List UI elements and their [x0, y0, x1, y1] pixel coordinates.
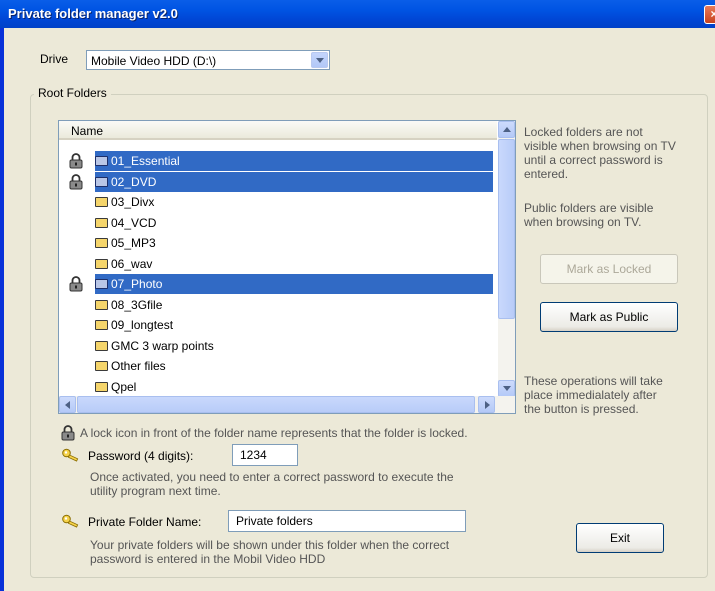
padlock-icon [69, 173, 83, 189]
public-info-line: when browsing on TV. [524, 215, 642, 229]
folder-name: Qpel [111, 379, 137, 394]
mark-locked-button[interactable]: Mark as Locked [540, 254, 678, 284]
key-icon [62, 448, 79, 462]
padlock-icon [69, 153, 83, 169]
folder-name: Other files [111, 359, 166, 373]
folder-icon [95, 279, 108, 289]
folder-row[interactable]: 05_MP3 [59, 233, 497, 254]
drive-label: Drive [40, 52, 69, 66]
title-bar[interactable]: Private folder manager v2.0 × [0, 0, 715, 28]
locked-info-line: Locked folders are not [524, 125, 643, 139]
folder-name: GMC 3 warp points [111, 338, 214, 353]
folder-row[interactable]: 09_longtest [59, 315, 497, 336]
folder-name: 08_3Gfile [111, 297, 163, 312]
vertical-scroll-thumb[interactable] [498, 139, 515, 319]
root-folders-title: Root Folders [34, 86, 111, 100]
private-folder-note-line: password is entered in the Mobil Video H… [90, 552, 326, 566]
folder-row[interactable]: GMC 3 warp points [59, 336, 497, 357]
horizontal-scrollbar[interactable] [59, 396, 515, 413]
folder-icon [95, 217, 108, 228]
app-window: Private folder manager v2.0 × Drive Mobi… [0, 0, 715, 591]
folder-list[interactable]: Name 01_Essential 02_DVD 03_Divx 04_VCD 05_M… [58, 120, 516, 414]
drive-select[interactable]: Mobile Video HDD (D:\) [86, 50, 330, 70]
private-folder-note: Your private folders will be shown under… [90, 538, 449, 566]
folder-name: 06_wav [111, 256, 153, 271]
lock-note: A lock icon in front of the folder name … [80, 426, 468, 440]
folder-icon [95, 320, 108, 330]
scroll-up-button[interactable] [498, 121, 515, 138]
folder-icon [95, 381, 108, 392]
folder-name: 02_DVD [111, 174, 157, 189]
operations-info-text: These operations will take place immedia… [524, 374, 663, 416]
folder-icon [95, 258, 108, 269]
password-note-line: utility program next time. [90, 484, 221, 498]
scroll-left-button[interactable] [59, 396, 76, 413]
folder-row[interactable]: Other files [59, 356, 497, 377]
folder-icon [95, 197, 108, 207]
public-info-line: Public folders are visible [524, 201, 654, 215]
padlock-icon [61, 425, 75, 441]
scroll-right-button[interactable] [478, 396, 495, 413]
folder-icon [95, 361, 108, 371]
folder-row[interactable]: 01_Essential [59, 151, 497, 172]
folder-name: 05_MP3 [111, 236, 156, 250]
folder-row[interactable]: 02_DVD [59, 171, 497, 193]
folder-icon [95, 176, 108, 187]
dialog-client-area: Drive Mobile Video HDD (D:\) Root Folder… [4, 28, 715, 591]
operations-info-line: These operations will take [524, 374, 663, 388]
folder-icon [95, 340, 108, 351]
password-input[interactable]: 1234 [232, 444, 298, 466]
locked-info-line: visible when browsing on TV [524, 139, 676, 153]
exit-button[interactable]: Exit [576, 523, 664, 553]
chevron-down-icon[interactable] [311, 52, 328, 68]
operations-info-line: place immedialately after [524, 388, 657, 402]
password-note: Once activated, you need to enter a corr… [90, 470, 454, 498]
name-column-header[interactable]: Name [59, 121, 497, 140]
folder-row[interactable]: Qpel [59, 377, 497, 398]
scroll-down-button[interactable] [498, 380, 515, 397]
close-button[interactable]: × [704, 5, 715, 24]
locked-info-text: Locked folders are not visible when brow… [524, 125, 676, 181]
private-folder-input[interactable]: Private folders [228, 510, 466, 532]
horizontal-scroll-thumb[interactable] [77, 396, 475, 413]
private-folder-note-line: Your private folders will be shown under… [90, 538, 450, 552]
name-column-label: Name [71, 124, 104, 138]
folder-row[interactable]: 07_Photo [59, 274, 497, 295]
folder-name: 03_Divx [111, 195, 155, 209]
drive-select-value: Mobile Video HDD (D:\) [91, 54, 217, 68]
folder-icon [95, 238, 108, 248]
folder-name: 01_Essential [111, 154, 180, 168]
public-info-text: Public folders are visible when browsing… [524, 201, 653, 229]
folder-icon [95, 156, 108, 166]
folder-row[interactable]: 04_VCD [59, 213, 497, 234]
folder-name: 04_VCD [111, 215, 157, 230]
folder-row[interactable]: 06_wav [59, 254, 497, 275]
locked-info-line: entered. [524, 167, 569, 181]
folder-rows: 01_Essential 02_DVD 03_Divx 04_VCD 05_MP3 06_… [59, 151, 497, 397]
password-label: Password (4 digits): [88, 449, 194, 463]
folder-name: 09_longtest [111, 318, 174, 332]
mark-public-button[interactable]: Mark as Public [540, 302, 678, 332]
locked-info-line: until a correct password is [524, 153, 663, 167]
key-icon [62, 514, 79, 528]
folder-row[interactable]: 08_3Gfile [59, 295, 497, 316]
folder-name: 07_Photo [111, 277, 163, 291]
vertical-scrollbar[interactable] [498, 121, 515, 397]
folder-row[interactable]: 03_Divx [59, 192, 497, 213]
folder-icon [95, 299, 108, 310]
private-folder-label: Private Folder Name: [88, 515, 202, 529]
window-title: Private folder manager v2.0 [8, 6, 178, 21]
password-note-line: Once activated, you need to enter a corr… [90, 470, 454, 484]
operations-info-line: the button is pressed. [524, 402, 639, 416]
padlock-icon [69, 276, 83, 292]
